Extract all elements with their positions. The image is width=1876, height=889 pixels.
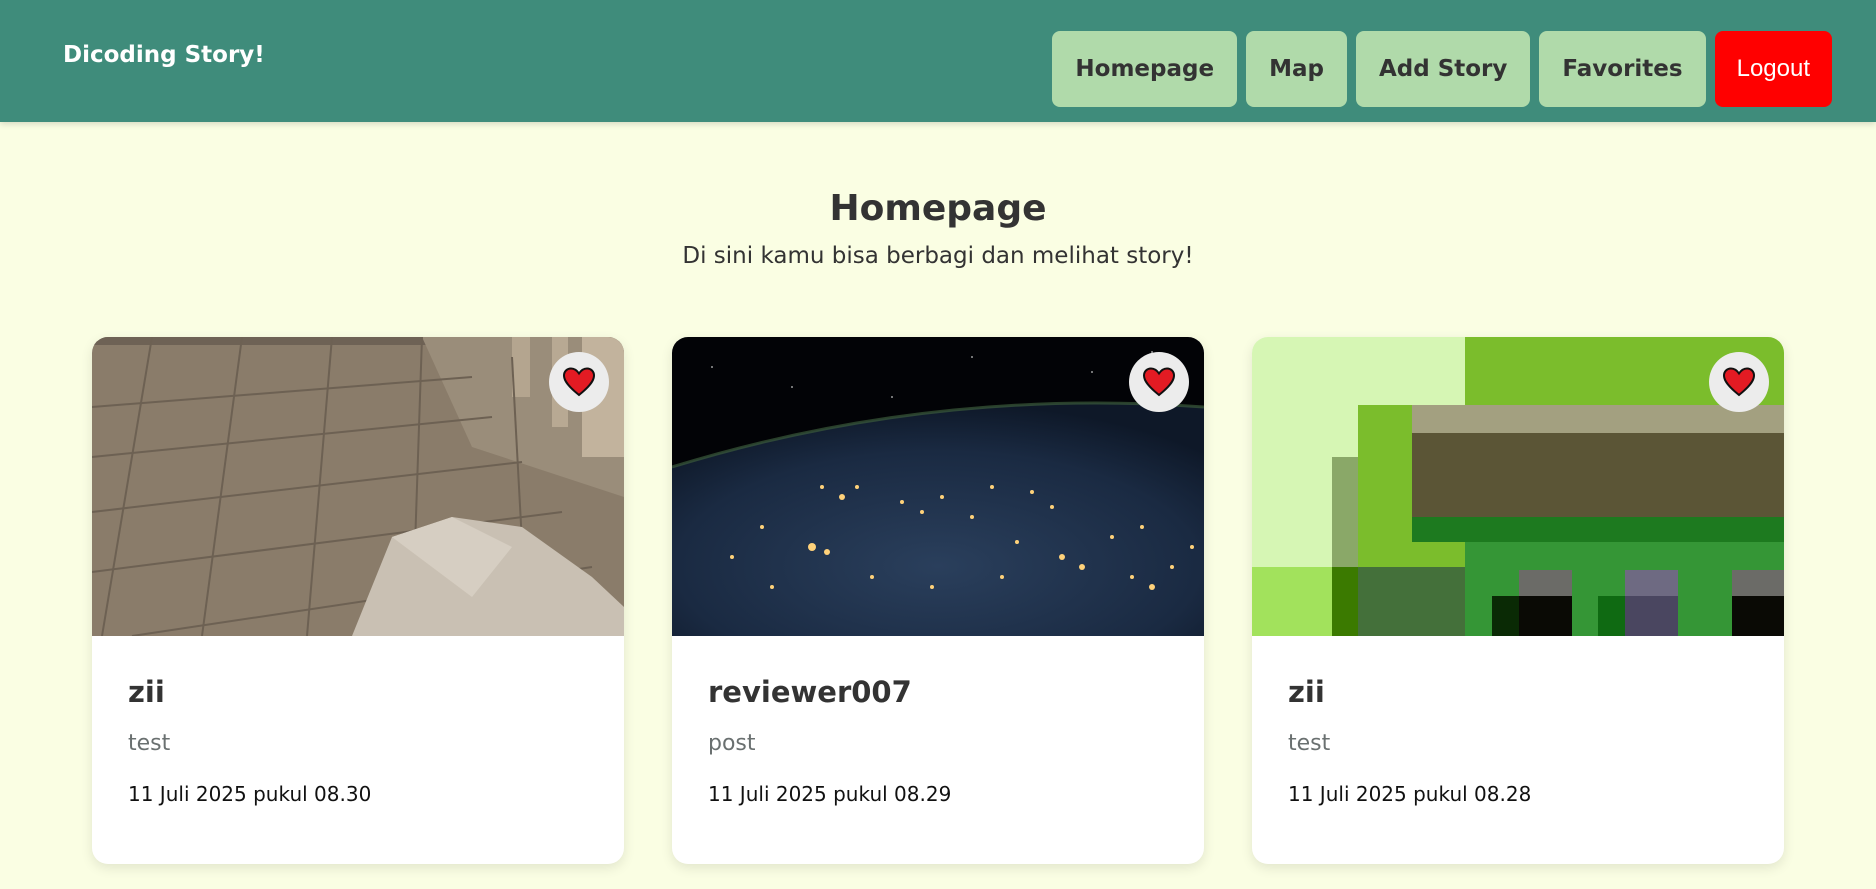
story-card[interactable]: zii test 11 Juli 2025 pukul 08.28: [1252, 337, 1784, 864]
brand-title[interactable]: Dicoding Story!: [63, 42, 265, 68]
story-body: zii test 11 Juli 2025 pukul 08.28: [1288, 675, 1760, 806]
nav-map-button[interactable]: Map: [1246, 31, 1347, 107]
nav-homepage-button[interactable]: Homepage: [1052, 31, 1238, 107]
story-date: 11 Juli 2025 pukul 08.28: [1288, 782, 1532, 806]
story-image[interactable]: [672, 337, 1204, 636]
nav-favorites-button[interactable]: Favorites: [1539, 31, 1706, 107]
favorite-button[interactable]: [1129, 352, 1189, 412]
nav-add-story-button[interactable]: Add Story: [1355, 31, 1531, 107]
story-description: post: [708, 731, 756, 756]
page-title: Homepage: [829, 188, 1047, 229]
story-card[interactable]: reviewer007 post 11 Juli 2025 pukul 08.2…: [672, 337, 1204, 864]
story-author: zii: [1288, 675, 1325, 709]
favorite-button[interactable]: [549, 352, 609, 412]
story-author: zii: [128, 675, 165, 709]
heart-icon: [563, 367, 595, 397]
story-description: test: [128, 731, 171, 756]
app-header: Dicoding Story! Homepage Map Add Story F…: [0, 0, 1876, 122]
story-image[interactable]: [92, 337, 624, 636]
heart-icon: [1143, 367, 1175, 397]
story-body: reviewer007 post 11 Juli 2025 pukul 08.2…: [708, 675, 1180, 806]
story-description: test: [1288, 731, 1331, 756]
logout-button[interactable]: Logout: [1714, 31, 1832, 107]
earth-at-night-photo: [672, 337, 1204, 636]
page-subtitle: Di sini kamu bisa berbagi dan melihat st…: [682, 243, 1194, 269]
story-date: 11 Juli 2025 pukul 08.30: [128, 782, 372, 806]
story-author: reviewer007: [708, 675, 912, 709]
story-image[interactable]: [1252, 337, 1784, 636]
pixelated-green-photo: [1252, 337, 1784, 636]
story-date: 11 Juli 2025 pukul 08.29: [708, 782, 952, 806]
favorite-button[interactable]: [1709, 352, 1769, 412]
main-nav: Homepage Map Add Story Favorites Logout: [1052, 31, 1832, 107]
story-body: zii test 11 Juli 2025 pukul 08.30: [128, 675, 600, 806]
story-card[interactable]: zii test 11 Juli 2025 pukul 08.30: [92, 337, 624, 864]
wooden-floor-photo: [92, 337, 624, 636]
heart-icon: [1723, 367, 1755, 397]
